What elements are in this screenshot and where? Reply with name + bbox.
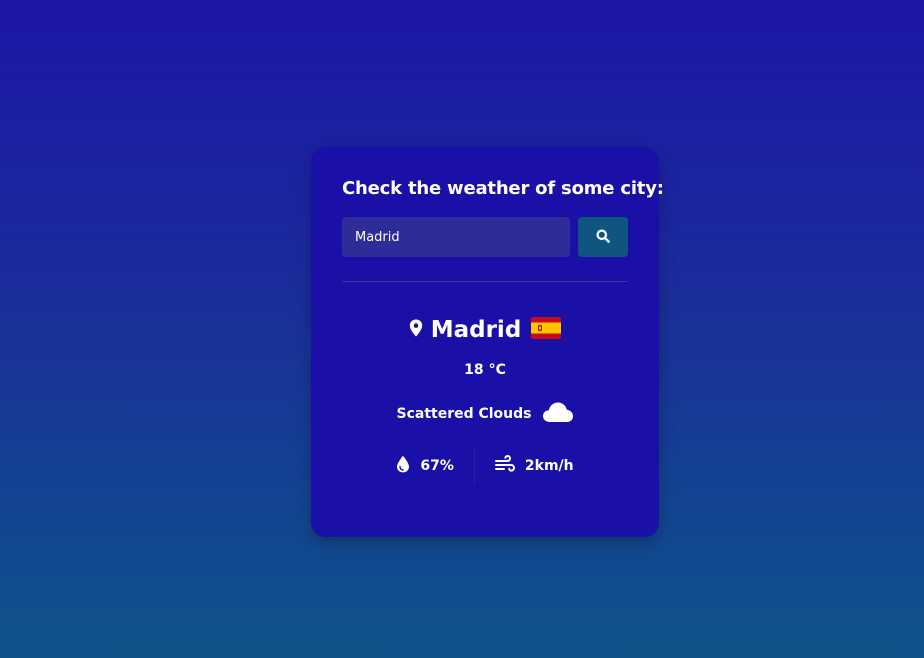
city-name: Madrid (430, 317, 522, 343)
temperature: 18 °C (342, 360, 628, 380)
weather-card: Check the weather of some city: Madrid M… (311, 147, 664, 537)
map-pin-icon (409, 319, 423, 341)
temperature-value: 18 (464, 362, 484, 378)
wind-icon (494, 454, 515, 477)
search-button[interactable] (578, 217, 628, 257)
divider (342, 281, 628, 282)
search-icon (596, 229, 610, 246)
location-row: Madrid (342, 316, 628, 344)
cloud-icon (542, 401, 574, 427)
wind-stat: 2km/h (494, 454, 574, 477)
humidity-stat: 67% (396, 455, 454, 477)
spain-flag-icon (531, 317, 562, 343)
weather-stats: 67% 2km/h (342, 448, 628, 484)
search-bar (342, 217, 628, 257)
stats-separator (473, 448, 475, 484)
card-heading: Check the weather of some city: (342, 178, 664, 199)
weather-description-row: Scattered Clouds (342, 402, 628, 426)
city-search-input[interactable] (342, 217, 570, 257)
humidity-value: 67% (420, 458, 454, 474)
water-drop-icon (396, 455, 410, 477)
temperature-unit: °C (488, 362, 506, 378)
weather-description: Scattered Clouds (396, 406, 532, 422)
wind-value: 2km/h (524, 458, 574, 474)
